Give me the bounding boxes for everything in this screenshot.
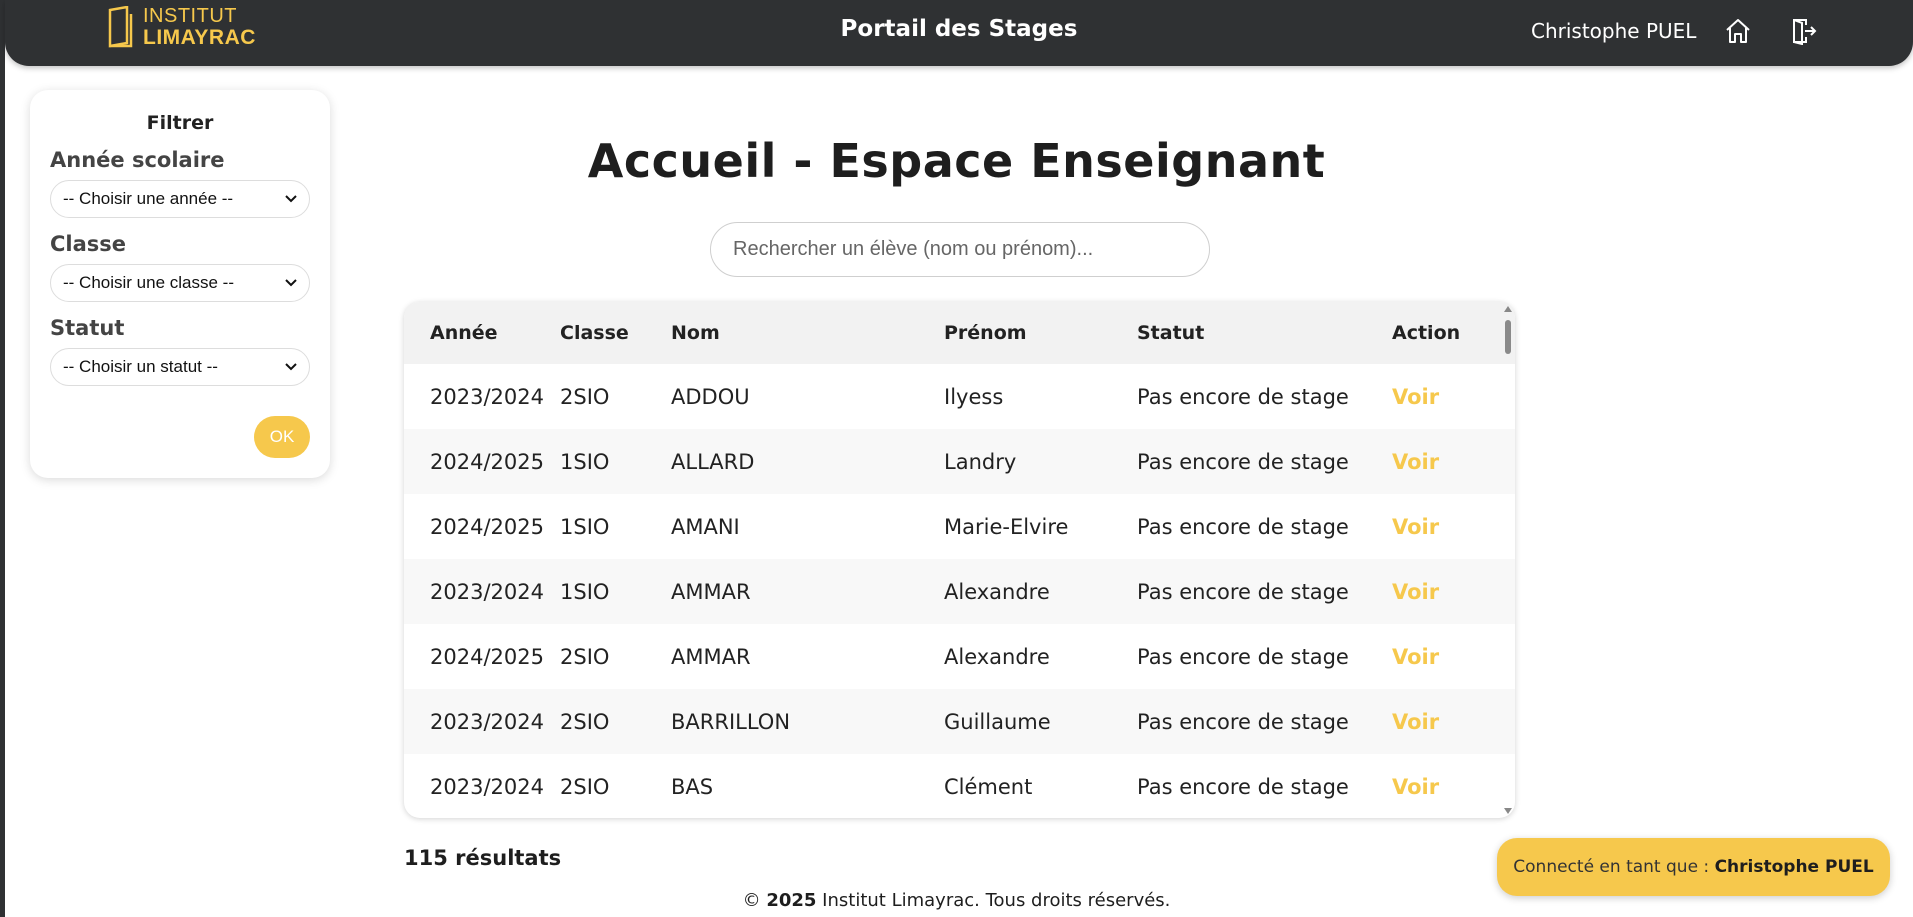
table-row: 2023/2024 1SIO AMMAR Alexandre Pas encor…: [404, 559, 1515, 624]
voir-link[interactable]: Voir: [1392, 385, 1492, 409]
connected-as-toast: Connecté en tant que : Christophe PUEL: [1497, 838, 1890, 896]
chevron-down-icon: [285, 279, 297, 287]
cell-prenom: Marie-Elvire: [944, 514, 1069, 539]
cell-classe: 2SIO: [560, 644, 610, 669]
voir-link[interactable]: Voir: [1392, 515, 1492, 539]
chevron-down-icon: [285, 195, 297, 203]
cell-annee: 2023/2024: [430, 384, 544, 409]
table-row: 2024/2025 1SIO AMANI Marie-Elvire Pas en…: [404, 494, 1515, 559]
cell-statut: Pas encore de stage: [1137, 449, 1349, 474]
cell-classe: 1SIO: [560, 514, 610, 539]
header-prenom[interactable]: Prénom: [944, 322, 1137, 344]
status-select-value: -- Choisir un statut --: [63, 357, 218, 376]
header-action: Action: [1392, 322, 1461, 344]
cell-statut: Pas encore de stage: [1137, 514, 1349, 539]
cell-statut: Pas encore de stage: [1137, 384, 1349, 409]
table-row: 2024/2025 2SIO AMMAR Alexandre Pas encor…: [404, 624, 1515, 689]
voir-link[interactable]: Voir: [1392, 775, 1492, 799]
cell-nom: BAS: [671, 774, 714, 799]
home-icon: [1726, 19, 1750, 43]
year-select-value: -- Choisir une année --: [63, 189, 234, 208]
class-filter-label: Classe: [50, 232, 127, 256]
cell-statut: Pas encore de stage: [1137, 709, 1349, 734]
cell-classe: 2SIO: [560, 709, 610, 734]
cell-nom: AMMAR: [671, 579, 751, 604]
cell-classe: 2SIO: [560, 774, 610, 799]
header-nom[interactable]: Nom: [671, 322, 944, 344]
table-row: 2023/2024 2SIO BAS Clément Pas encore de…: [404, 754, 1515, 818]
page-title: Accueil - Espace Enseignant: [587, 134, 1326, 188]
header-classe[interactable]: Classe: [560, 322, 671, 344]
logout-button[interactable]: [1787, 14, 1821, 48]
cell-annee: 2024/2025: [430, 644, 544, 669]
cell-nom: AMMAR: [671, 644, 751, 669]
students-table: Année Classe Nom Prénom Statut Action 20…: [404, 302, 1515, 818]
toast-user: Christophe PUEL: [1714, 857, 1874, 877]
status-select[interactable]: -- Choisir un statut --: [50, 348, 310, 386]
scroll-down-arrow-icon[interactable]: [1504, 808, 1512, 814]
scrollbar-thumb[interactable]: [1505, 320, 1511, 354]
logout-icon: [1793, 19, 1817, 45]
table-row: 2024/2025 1SIO ALLARD Landry Pas encore …: [404, 429, 1515, 494]
cell-annee: 2023/2024: [430, 774, 544, 799]
status-filter-label: Statut: [50, 316, 125, 340]
cell-classe: 1SIO: [560, 579, 610, 604]
toast-prefix: Connecté en tant que :: [1513, 857, 1710, 877]
cell-classe: 2SIO: [560, 384, 610, 409]
cell-statut: Pas encore de stage: [1137, 774, 1349, 799]
cell-annee: 2023/2024: [430, 579, 544, 604]
home-button[interactable]: [1721, 14, 1755, 48]
cell-annee: 2024/2025: [430, 514, 544, 539]
table-row: 2023/2024 2SIO ADDOU Ilyess Pas encore d…: [404, 364, 1515, 429]
copyright-symbol: ©: [742, 890, 761, 911]
cell-nom: BARRILLON: [671, 709, 791, 734]
cell-statut: Pas encore de stage: [1137, 644, 1349, 669]
class-select-value: -- Choisir une classe --: [63, 273, 234, 292]
filter-ok-button[interactable]: OK: [254, 416, 310, 458]
copyright-year: 2025: [766, 890, 817, 911]
class-select[interactable]: -- Choisir une classe --: [50, 264, 310, 302]
cell-nom: ADDOU: [671, 384, 750, 409]
cell-annee: 2024/2025: [430, 449, 544, 474]
cell-nom: ALLARD: [671, 449, 755, 474]
scroll-up-arrow-icon[interactable]: [1504, 306, 1512, 312]
table-header-row: Année Classe Nom Prénom Statut Action: [404, 302, 1515, 364]
header-statut[interactable]: Statut: [1137, 322, 1392, 344]
top-navbar: INSTITUT LIMAYRAC Portail des Stages Chr…: [5, 0, 1913, 66]
voir-link[interactable]: Voir: [1392, 450, 1492, 474]
student-search-input[interactable]: [710, 222, 1210, 277]
cell-statut: Pas encore de stage: [1137, 579, 1349, 604]
cell-prenom: Guillaume: [944, 709, 1051, 734]
filter-title: Filtrer: [146, 112, 214, 134]
cell-classe: 1SIO: [560, 449, 610, 474]
voir-link[interactable]: Voir: [1392, 710, 1492, 734]
cell-annee: 2023/2024: [430, 709, 544, 734]
cell-prenom: Landry: [944, 449, 1017, 474]
table-scrollbar[interactable]: [1501, 302, 1515, 818]
current-user-name: Christophe PUEL: [1531, 19, 1697, 43]
cell-nom: AMANI: [671, 514, 740, 539]
cell-prenom: Clément: [944, 774, 1033, 799]
table-row: 2023/2024 2SIO BARRILLON Guillaume Pas e…: [404, 689, 1515, 754]
chevron-down-icon: [285, 363, 297, 371]
cell-prenom: Ilyess: [944, 384, 1004, 409]
cell-prenom: Alexandre: [944, 579, 1050, 604]
voir-link[interactable]: Voir: [1392, 580, 1492, 604]
header-annee[interactable]: Année: [404, 322, 560, 344]
voir-link[interactable]: Voir: [1392, 645, 1492, 669]
cell-prenom: Alexandre: [944, 644, 1050, 669]
copyright-text: Institut Limayrac. Tous droits réservés.: [822, 890, 1171, 911]
results-count: 115 résultats: [404, 846, 562, 870]
